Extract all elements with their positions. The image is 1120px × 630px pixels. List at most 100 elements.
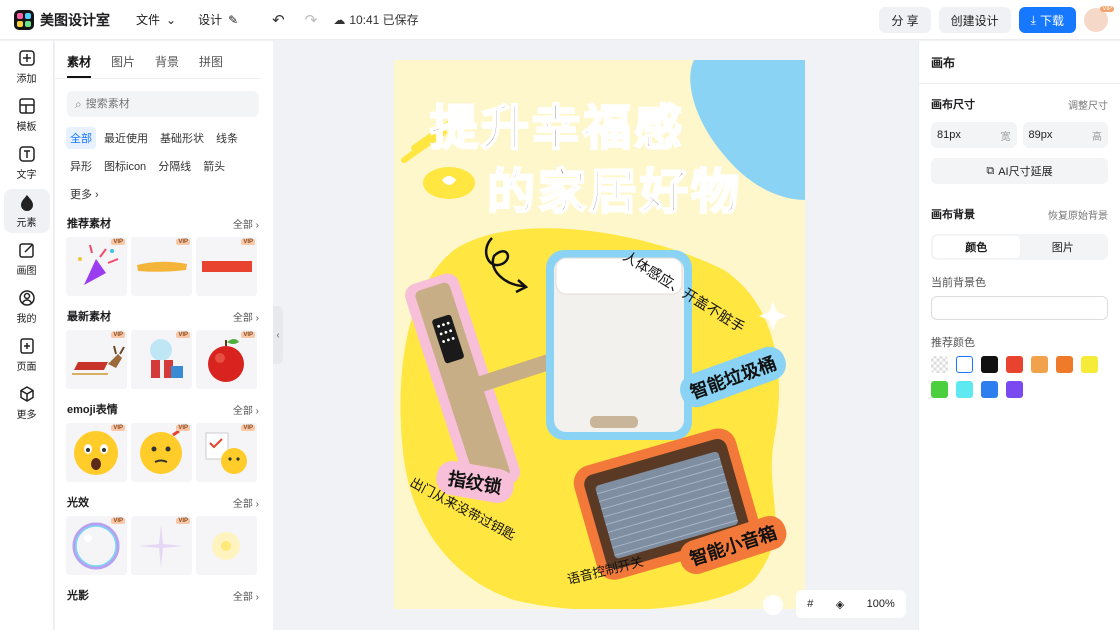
rail-item-template[interactable]: 模板 xyxy=(4,93,50,137)
seg-color[interactable]: 颜色 xyxy=(933,236,1020,258)
chip-dividers[interactable]: 分隔线 xyxy=(154,155,195,177)
edit-icon: ✎ xyxy=(228,12,239,27)
section-all-link[interactable]: 全部 › xyxy=(233,309,259,324)
draw-icon xyxy=(18,243,34,258)
chip-more[interactable]: 更多 › xyxy=(66,183,103,205)
seg-image[interactable]: 图片 xyxy=(1020,236,1107,258)
material-thumb[interactable]: VIP xyxy=(196,237,257,296)
color-swatch[interactable] xyxy=(931,381,948,398)
plus-square-icon xyxy=(18,50,35,66)
tab-images[interactable]: 图片 xyxy=(111,53,135,78)
section-all-link[interactable]: 全部 › xyxy=(233,588,259,603)
color-swatch[interactable] xyxy=(1081,356,1098,373)
material-thumb[interactable]: VIP xyxy=(66,237,127,296)
rail-item-elements[interactable]: 元素 xyxy=(3,189,50,233)
rail-item-more[interactable]: 更多 xyxy=(4,381,50,425)
poster-title-line2: 的家居好物 xyxy=(486,163,743,221)
undo-icon[interactable]: ↶ xyxy=(272,11,285,29)
color-swatch[interactable] xyxy=(956,356,973,373)
search-box[interactable]: ⌕ xyxy=(67,91,259,117)
chip-all[interactable]: 全部 xyxy=(66,127,96,149)
tab-backgrounds[interactable]: 背景 xyxy=(155,53,179,78)
chip-arrows[interactable]: 箭头 xyxy=(199,155,229,177)
restore-bg-link[interactable]: 恢复原始背景 xyxy=(1048,207,1108,222)
rail-item-draw[interactable]: 画图 xyxy=(4,237,50,281)
app-logo[interactable]: 美图设计室 xyxy=(14,9,110,30)
rail-item-page[interactable]: 页面 xyxy=(4,333,50,377)
left-rail: 添加 模板 文字 元素 画图 我的 页面 更多 xyxy=(0,41,54,630)
vip-tag: VIP xyxy=(111,332,125,338)
grid-icon[interactable]: # xyxy=(807,598,813,610)
section-all-link[interactable]: 全部 › xyxy=(233,216,259,231)
ai-size-extend-button[interactable]: ⧉ AI尺寸延展 xyxy=(931,158,1108,184)
color-swatch[interactable] xyxy=(981,381,998,398)
design-menu[interactable]: 设计 ✎ xyxy=(198,11,244,28)
cube-icon xyxy=(19,386,34,402)
vip-tag: VIP xyxy=(176,239,190,245)
height-field[interactable]: 89px 高 xyxy=(1022,122,1108,148)
tab-materials[interactable]: 素材 xyxy=(67,53,92,78)
collapse-panel-handle[interactable]: ‹ xyxy=(273,306,283,364)
layers-icon[interactable]: ◈ xyxy=(836,598,844,611)
width-field[interactable]: 81px 宽 xyxy=(931,122,1017,148)
vip-tag: VIP xyxy=(241,239,255,245)
section-all-link[interactable]: 全部 › xyxy=(233,495,259,510)
redo-icon[interactable]: ↷ xyxy=(305,11,318,29)
brush-stroke-image xyxy=(137,261,187,272)
design-canvas[interactable]: 提升幸福感 的家居好物 人体感应、开盖不脏手 智能垃圾桶 指纹锁 出门从来没带过… xyxy=(394,60,805,609)
material-thumb[interactable]: VIP xyxy=(196,330,257,389)
material-thumb[interactable]: VIP xyxy=(196,423,257,482)
create-design-button[interactable]: 创建设计 xyxy=(938,7,1011,33)
canvas-size-label: 画布尺寸 xyxy=(931,99,975,111)
red-apple-image xyxy=(208,339,244,382)
material-thumb[interactable]: VIP xyxy=(66,516,127,575)
vip-badge: VIP xyxy=(1100,6,1114,12)
material-thumb[interactable]: VIP xyxy=(131,423,192,482)
material-thumb[interactable]: VIP xyxy=(66,423,127,482)
current-bg-swatch[interactable] xyxy=(931,296,1108,320)
chip-recent[interactable]: 最近使用 xyxy=(100,127,152,149)
vip-tag: VIP xyxy=(176,518,190,524)
canvas-helper-button[interactable] xyxy=(763,595,783,615)
text-icon xyxy=(18,146,35,162)
search-input[interactable] xyxy=(85,98,246,110)
save-status: ☁ 10:41 已保存 xyxy=(333,12,419,28)
swatch-transparent[interactable] xyxy=(931,356,948,373)
rail-item-mine[interactable]: 我的 xyxy=(4,285,50,329)
snow-globe-gift-image xyxy=(150,339,183,378)
material-thumb[interactable]: VIP xyxy=(131,237,192,296)
file-menu[interactable]: 文件 ⌄ xyxy=(136,11,182,28)
rail-item-add[interactable]: 添加 xyxy=(4,45,50,89)
material-thumb[interactable]: VIP xyxy=(131,330,192,389)
color-swatch[interactable] xyxy=(1056,356,1073,373)
material-thumb[interactable] xyxy=(196,516,257,575)
avatar[interactable]: VIP xyxy=(1084,6,1114,32)
search-icon: ⌕ xyxy=(75,96,82,111)
share-button[interactable]: 分 享 xyxy=(879,7,931,33)
download-icon: ⤓ xyxy=(1030,12,1036,27)
color-swatch[interactable] xyxy=(956,381,973,398)
app-name: 美图设计室 xyxy=(40,11,110,28)
color-swatch[interactable] xyxy=(981,356,998,373)
section-title: 推荐素材 xyxy=(67,218,111,230)
color-swatch[interactable] xyxy=(1006,356,1023,373)
zoom-level[interactable]: 100% xyxy=(867,598,895,610)
section-all-link[interactable]: 全部 › xyxy=(233,402,259,417)
vip-tag: VIP xyxy=(241,425,255,431)
material-thumb[interactable]: VIP xyxy=(66,330,127,389)
chip-lines[interactable]: 线条 xyxy=(212,127,242,149)
tab-collage[interactable]: 拼图 xyxy=(199,53,223,78)
party-popper-image xyxy=(78,244,119,285)
chip-icons[interactable]: 图标icon xyxy=(100,155,150,177)
material-thumb[interactable]: VIP xyxy=(131,516,192,575)
download-button[interactable]: ⤓ 下载 xyxy=(1018,7,1076,33)
rail-item-text[interactable]: 文字 xyxy=(4,141,50,185)
chip-basic-shapes[interactable]: 基础形状 xyxy=(156,127,208,149)
adjust-size-link[interactable]: 调整尺寸 xyxy=(1068,97,1108,112)
color-swatch[interactable] xyxy=(1031,356,1048,373)
vip-tag: VIP xyxy=(176,425,190,431)
color-swatch[interactable] xyxy=(1006,381,1023,398)
chip-irregular[interactable]: 异形 xyxy=(66,155,96,177)
sparkle-image xyxy=(139,524,183,568)
zoom-bar: # ◈ 100% xyxy=(796,590,906,618)
